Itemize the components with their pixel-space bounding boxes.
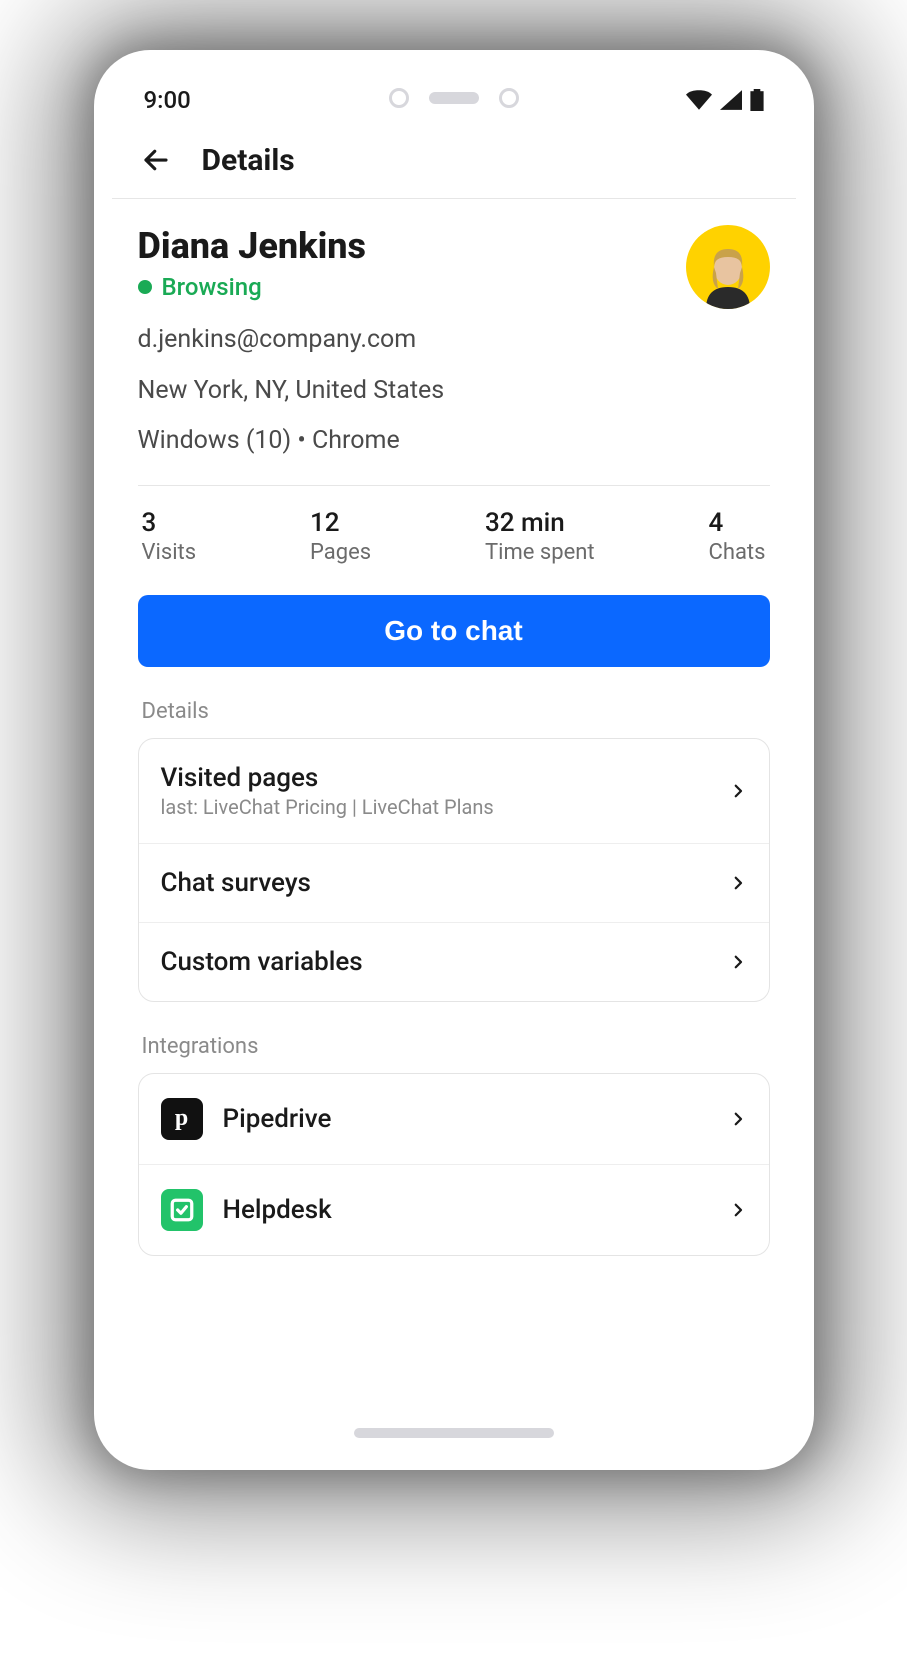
- app-header: Details: [112, 132, 796, 199]
- profile-name: Diana Jenkins: [138, 225, 367, 267]
- chevron-right-icon: [729, 1201, 747, 1219]
- details-card: Visited pages last: LiveChat Pricing | L…: [138, 738, 770, 1002]
- helpdesk-icon: [161, 1189, 203, 1231]
- status-icons: [686, 89, 764, 111]
- row-title: Helpdesk: [223, 1195, 332, 1225]
- row-title: Pipedrive: [223, 1104, 332, 1134]
- screen: 9:00 Details Diana Jenkins Browsing: [112, 68, 796, 1452]
- stat-value: 32 min: [485, 508, 595, 538]
- stat-time-spent: 32 min Time spent: [485, 508, 595, 565]
- row-chat-surveys[interactable]: Chat surveys: [139, 843, 769, 922]
- integrations-card: p Pipedrive Helpdesk: [138, 1073, 770, 1256]
- stats-row: 3 Visits 12 Pages 32 min Time spent 4 Ch…: [138, 508, 770, 565]
- wifi-icon: [686, 90, 712, 110]
- home-indicator[interactable]: [354, 1428, 554, 1438]
- chevron-right-icon: [729, 874, 747, 892]
- stat-visits: 3 Visits: [142, 508, 197, 565]
- page-title: Details: [202, 143, 295, 178]
- presence-status: Browsing: [138, 273, 367, 301]
- stat-label: Visits: [142, 540, 197, 565]
- profile-email: d.jenkins@company.com: [138, 319, 770, 362]
- stat-value: 3: [142, 508, 197, 538]
- stat-label: Time spent: [485, 540, 595, 565]
- row-title: Chat surveys: [161, 868, 311, 898]
- chevron-right-icon: [729, 953, 747, 971]
- presence-label: Browsing: [162, 273, 262, 301]
- row-subtitle: last: LiveChat Pricing | LiveChat Plans: [161, 795, 494, 819]
- status-time: 9:00: [144, 86, 191, 114]
- stat-value: 12: [310, 508, 371, 538]
- back-button[interactable]: [138, 142, 174, 178]
- stat-pages: 12 Pages: [310, 508, 371, 565]
- battery-icon: [750, 89, 764, 111]
- profile-system: Windows (10) • Chrome: [138, 420, 770, 463]
- pipedrive-icon: p: [161, 1098, 203, 1140]
- avatar-person-icon: [696, 239, 760, 309]
- chevron-right-icon: [729, 782, 747, 800]
- presence-dot-icon: [138, 280, 152, 294]
- avatar[interactable]: [686, 225, 770, 309]
- row-visited-pages[interactable]: Visited pages last: LiveChat Pricing | L…: [139, 739, 769, 843]
- signal-icon: [720, 90, 742, 110]
- go-to-chat-button[interactable]: Go to chat: [138, 595, 770, 667]
- stat-label: Pages: [310, 540, 371, 565]
- content: Diana Jenkins Browsing d.: [112, 199, 796, 1282]
- notch-decoration: [389, 88, 519, 108]
- row-title: Custom variables: [161, 947, 363, 977]
- profile-location: New York, NY, United States: [138, 370, 770, 413]
- stat-label: Chats: [709, 540, 766, 565]
- row-title: Visited pages: [161, 763, 494, 793]
- arrow-left-icon: [141, 145, 171, 175]
- chevron-right-icon: [729, 1110, 747, 1128]
- divider: [138, 485, 770, 486]
- section-label-integrations: Integrations: [142, 1034, 770, 1059]
- stat-chats: 4 Chats: [709, 508, 766, 565]
- section-label-details: Details: [142, 699, 770, 724]
- row-custom-variables[interactable]: Custom variables: [139, 922, 769, 1001]
- phone-frame: 9:00 Details Diana Jenkins Browsing: [94, 50, 814, 1470]
- stat-value: 4: [709, 508, 766, 538]
- profile-header: Diana Jenkins Browsing: [138, 225, 770, 319]
- row-helpdesk[interactable]: Helpdesk: [139, 1164, 769, 1255]
- row-pipedrive[interactable]: p Pipedrive: [139, 1074, 769, 1164]
